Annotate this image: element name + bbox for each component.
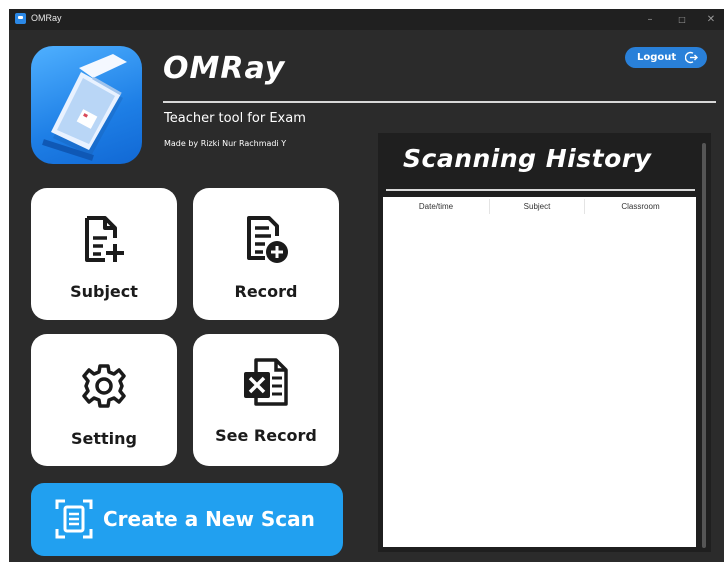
close-button[interactable]: ✕ — [696, 9, 724, 30]
column-header-classroom[interactable]: Classroom — [585, 199, 696, 214]
history-divider — [386, 189, 695, 191]
logout-button[interactable]: Logout — [625, 47, 707, 68]
scanning-history-title: Scanning History — [403, 144, 652, 173]
create-new-scan-button[interactable]: Create a New Scan — [31, 483, 343, 556]
column-header-datetime[interactable]: Date/time — [383, 199, 490, 214]
app-name: OMRay — [163, 51, 286, 86]
history-scrollbar[interactable] — [702, 143, 706, 548]
logout-label: Logout — [637, 52, 677, 63]
minimize-button[interactable]: – — [635, 9, 665, 30]
record-add-icon — [247, 216, 288, 263]
tagline: Teacher tool for Exam — [164, 111, 306, 126]
record-tile-label: Record — [234, 282, 298, 301]
title-bar: OMRay – □ ✕ — [9, 9, 724, 30]
record-tile[interactable]: Record — [193, 188, 339, 320]
setting-tile[interactable]: Setting — [31, 334, 177, 466]
logout-icon — [685, 51, 698, 64]
excel-file-icon — [244, 358, 288, 406]
app-logo — [31, 46, 142, 164]
window-title: OMRay — [31, 13, 62, 23]
header-divider — [163, 101, 716, 103]
author-credit: Made by Rizki Nur Rachmadi Y — [164, 139, 287, 148]
scanning-history-panel: Scanning History Date/time Subject Class… — [378, 133, 711, 552]
app-icon — [15, 13, 26, 24]
subject-tile[interactable]: Subject — [31, 188, 177, 320]
see-record-tile-label: See Record — [215, 426, 317, 445]
app-window: OMRay – □ ✕ OMRay Teacher tool for Exam … — [9, 9, 724, 562]
setting-tile-label: Setting — [71, 429, 137, 448]
maximize-button[interactable]: □ — [667, 9, 697, 30]
history-table[interactable]: Date/time Subject Classroom — [383, 197, 696, 547]
gear-icon — [82, 364, 126, 408]
scan-document-icon — [55, 499, 93, 539]
column-header-subject[interactable]: Subject — [490, 199, 585, 214]
subject-tile-label: Subject — [70, 282, 138, 301]
create-new-scan-label: Create a New Scan — [103, 507, 315, 531]
see-record-tile[interactable]: See Record — [193, 334, 339, 466]
document-add-icon — [85, 216, 124, 262]
